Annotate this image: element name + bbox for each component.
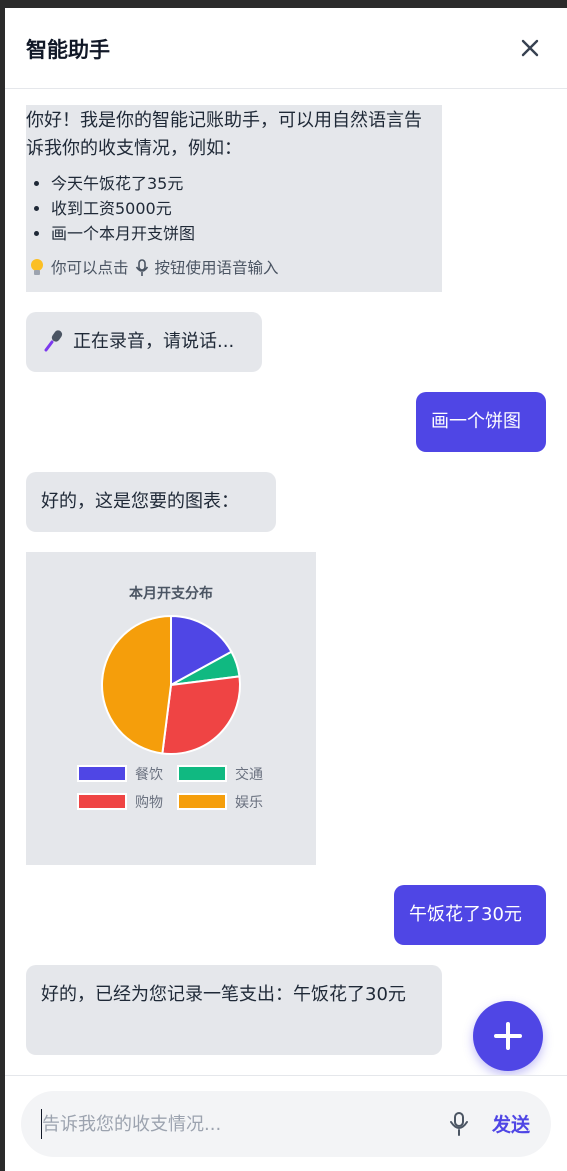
recording-text: 正在录音，请说话... [73,331,235,352]
welcome-intro: 你好！我是你的智能记账助手，可以用自然语言告诉我你的收支情况，例如： [26,110,422,159]
close-icon [521,39,539,57]
plus-icon [494,1022,522,1050]
send-button[interactable]: 发送 [492,1110,530,1137]
pie-slice-3 [101,614,172,755]
chart-title: 本月开支分布 [129,585,213,602]
tip-text-before: 你可以点击 [51,259,129,277]
microphone-icon [450,1112,468,1136]
legend-swatch-3 [177,793,227,810]
legend-swatch-0 [77,765,127,782]
legend-label-2: 购物 [135,795,163,811]
legend-swatch-1 [177,765,227,782]
input-footer: 发送 [5,1075,567,1171]
message-input[interactable] [41,1109,431,1139]
example-list: 今天午饭花了35元 收到工资5000元 画一个本月开支饼图 [26,171,442,246]
example-item: 画一个本月开支饼图 [51,221,442,246]
legend-label-0: 餐饮 [135,767,163,783]
legend-swatch-2 [77,793,127,810]
user-message: 画一个饼图 [416,392,546,452]
assistant-panel: 智能助手 你好！我是你的智能记账助手，可以用自然语言告诉我你的收支情况，例如： … [5,8,567,1171]
legend-label-3: 娱乐 [235,795,263,811]
chat-messages[interactable]: 你好！我是你的智能记账助手，可以用自然语言告诉我你的收支情况，例如： 今天午饭花… [5,89,567,1075]
assistant-message: 好的，已经为您记录一笔支出：午饭花了30元 [26,965,442,1055]
welcome-message: 你好！我是你的智能记账助手，可以用自然语言告诉我你的收支情况，例如： 今天午饭花… [26,105,442,292]
chart-message: 本月开支分布 餐饮 交通购物 娱乐 [26,552,316,865]
example-item: 收到工资5000元 [51,196,442,221]
example-item: 今天午饭花了35元 [51,171,442,196]
page-title: 智能助手 [26,38,110,62]
user-message: 午饭花了30元 [394,885,546,945]
tip-text-after: 按钮使用语音输入 [154,259,279,277]
voice-input-button[interactable] [447,1111,471,1137]
recording-status: 正在录音，请说话... [26,312,262,372]
voice-tip: 你可以点击 按钮使用语音输入 [26,254,442,282]
microphone-icon [135,259,148,276]
pie-slice-2 [161,675,241,755]
add-button[interactable] [473,1001,543,1071]
microphone-emoji-icon [44,330,63,352]
header: 智能助手 [5,8,567,89]
legend-label-1: 交通 [235,766,263,783]
lightbulb-icon [31,259,43,275]
input-bar: 发送 [21,1091,551,1157]
assistant-message: 好的，这是您要的图表： [26,472,276,532]
pie-chart: 本月开支分布 餐饮 交通购物 娱乐 [77,585,263,811]
close-button[interactable] [517,35,543,61]
